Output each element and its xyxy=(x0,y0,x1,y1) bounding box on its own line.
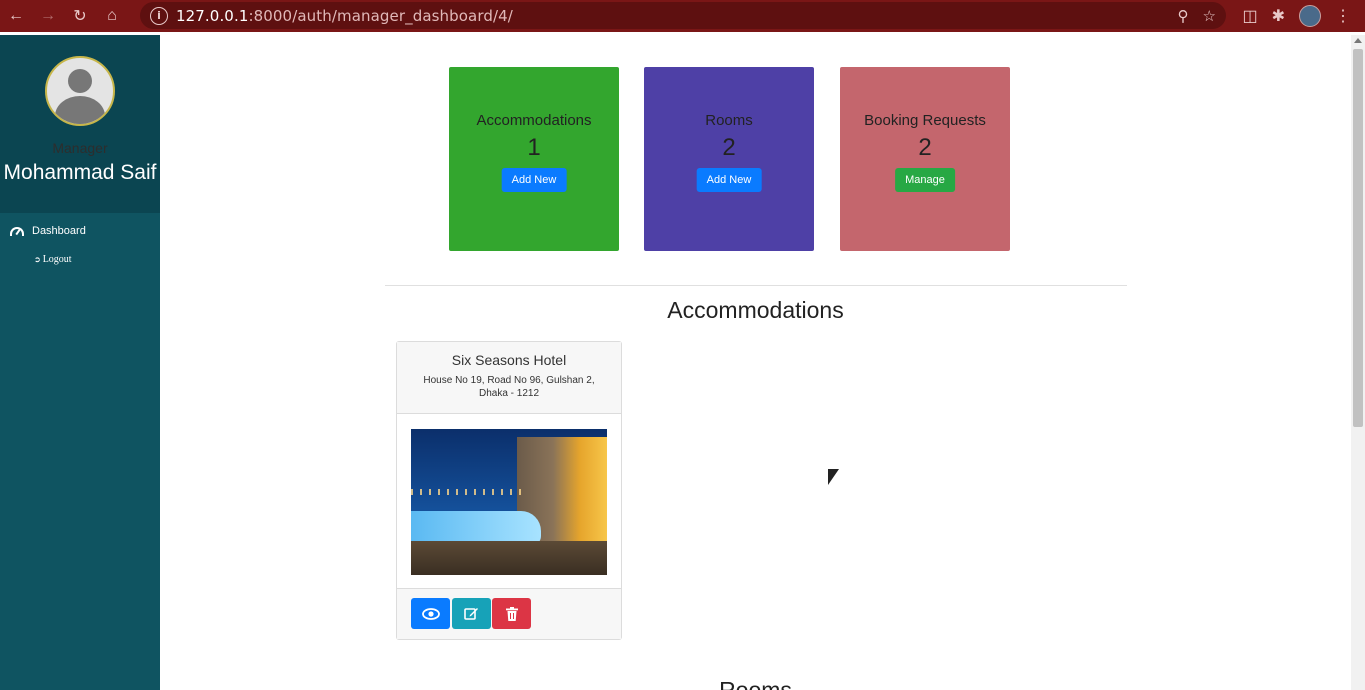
sidebar-item-label: Logout xyxy=(42,254,72,265)
divider xyxy=(385,285,1127,286)
url-text[interactable]: 127.0.0.1:8000/auth/manager_dashboard/4/ xyxy=(176,7,513,25)
sign-out-icon: ➲ xyxy=(34,255,41,264)
stat-value: 2 xyxy=(722,134,736,161)
mouse-cursor-icon xyxy=(828,469,839,485)
add-accommodation-button[interactable]: Add New xyxy=(501,168,567,192)
user-role: Manager xyxy=(52,140,108,156)
accommodation-card: Six Seasons Hotel House No 19, Road No 9… xyxy=(396,341,622,640)
user-name: Mohammad Saif xyxy=(3,161,157,184)
stat-card-booking-requests: Booking Requests 2 Manage xyxy=(840,67,1010,251)
profile-avatar-icon[interactable] xyxy=(1299,5,1321,27)
delete-button[interactable] xyxy=(492,598,531,629)
browser-toolbar: ← → ↻ ⌂ i 127.0.0.1:8000/auth/manager_da… xyxy=(0,0,1365,32)
extensions-icon[interactable]: ✱ xyxy=(1272,6,1285,26)
stat-value: 2 xyxy=(918,134,932,161)
menu-kebab-icon[interactable]: ⋮ xyxy=(1335,6,1351,26)
stat-label: Rooms xyxy=(705,112,753,129)
manage-bookings-button[interactable]: Manage xyxy=(895,168,955,192)
stat-value: 1 xyxy=(527,134,541,161)
stat-label: Accommodations xyxy=(476,112,592,129)
accommodation-name: Six Seasons Hotel xyxy=(451,352,567,368)
back-icon[interactable]: ← xyxy=(0,0,32,32)
forward-icon[interactable]: → xyxy=(32,0,64,32)
zoom-icon[interactable]: ⚲ xyxy=(1178,7,1189,25)
site-info-icon[interactable]: i xyxy=(150,6,168,25)
view-button[interactable] xyxy=(411,598,450,629)
tachometer-icon xyxy=(10,226,24,236)
accommodation-address: House No 19, Road No 96, Gulshan 2, Dhak… xyxy=(423,375,595,399)
address-bar[interactable]: i 127.0.0.1:8000/auth/manager_dashboard/… xyxy=(140,2,1226,29)
accommodation-card-footer xyxy=(397,588,621,639)
avatar xyxy=(45,56,115,126)
stat-card-rooms: Rooms 2 Add New xyxy=(644,67,814,251)
rooms-title: Rooms xyxy=(719,677,792,690)
scroll-up-icon[interactable] xyxy=(1354,38,1362,43)
hotel-image xyxy=(411,429,607,575)
eye-icon xyxy=(421,607,440,620)
bookmark-star-icon[interactable]: ☆ xyxy=(1203,7,1216,25)
sidebar-item-logout[interactable]: ➲ Logout xyxy=(34,254,72,265)
sidebar-item-dashboard[interactable]: Dashboard xyxy=(10,225,86,237)
trash-icon xyxy=(505,606,518,621)
edit-button[interactable] xyxy=(452,598,491,629)
profile-block: Manager Mohammad Saif xyxy=(0,35,160,213)
home-icon[interactable]: ⌂ xyxy=(96,0,128,32)
reload-icon[interactable]: ↻ xyxy=(64,0,96,32)
reading-list-icon[interactable]: ◫ xyxy=(1242,6,1257,26)
add-room-button[interactable]: Add New xyxy=(696,168,762,192)
main-content: Accommodations 1 Add New Rooms 2 Add New… xyxy=(160,35,1351,690)
page-scrollbar[interactable] xyxy=(1351,35,1365,690)
sidebar-item-label: Dashboard xyxy=(32,225,86,237)
stat-label: Booking Requests xyxy=(864,112,986,129)
edit-icon xyxy=(464,608,478,620)
sidebar: Manager Mohammad Saif Dashboard ➲ Logout xyxy=(0,35,160,690)
stat-card-accommodations: Accommodations 1 Add New xyxy=(449,67,619,251)
scrollbar-thumb[interactable] xyxy=(1353,49,1363,427)
accommodation-card-header: Six Seasons Hotel House No 19, Road No 9… xyxy=(397,342,621,414)
accommodations-title: Accommodations xyxy=(667,297,844,323)
